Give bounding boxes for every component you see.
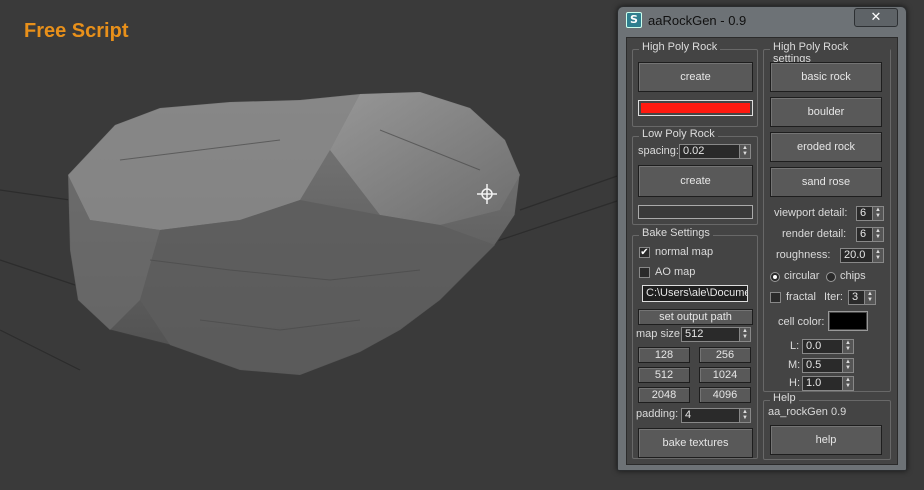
normal-map-label: normal map	[655, 246, 714, 258]
roughness-label: roughness:	[776, 249, 831, 261]
spinner-arrows-icon[interactable]: ▲ ▼	[739, 409, 750, 422]
high-poly-color-fill	[641, 103, 750, 113]
size-2048-button[interactable]: 2048	[638, 387, 690, 403]
bake-textures-button[interactable]: bake textures	[638, 428, 753, 458]
basic-rock-button[interactable]: basic rock	[770, 62, 882, 92]
free-script-label: Free Script	[24, 20, 129, 42]
cell-color-label: cell color:	[778, 316, 825, 328]
circular-radio[interactable]	[770, 272, 780, 282]
spinner-arrows-icon[interactable]: ▲ ▼	[842, 359, 853, 372]
map-size-value: 512	[685, 328, 704, 340]
render-detail-spinner[interactable]: 6 ▲ ▼	[856, 227, 884, 242]
h-value: 1.0	[806, 377, 822, 389]
spinner-arrows-icon[interactable]: ▲ ▼	[842, 340, 853, 353]
iter-value: 3	[852, 291, 859, 303]
m-value: 0.5	[806, 359, 822, 371]
padding-spinner[interactable]: 4 ▲ ▼	[681, 408, 751, 423]
roughness-spinner[interactable]: 20.0 ▲ ▼	[840, 248, 884, 263]
low-poly-rock-title: Low Poly Rock	[639, 128, 718, 140]
size-1024-button[interactable]: 1024	[699, 367, 751, 383]
chips-radio[interactable]	[826, 272, 836, 282]
high-poly-settings-group: High Poly Rock settings basic rock bould…	[763, 41, 891, 392]
window-title: aaRockGen - 0.9	[648, 13, 747, 28]
size-512-button[interactable]: 512	[638, 367, 690, 383]
viewport-detail-value: 6	[860, 207, 867, 219]
bake-settings-title: Bake Settings	[639, 227, 713, 239]
aarockgen-window[interactable]: S aaRockGen - 0.9 ✕ High Poly Rock creat…	[617, 6, 907, 471]
app-icon: S	[626, 12, 642, 28]
spinner-arrows-icon[interactable]: ▲ ▼	[872, 249, 883, 262]
window-titlebar[interactable]: S aaRockGen - 0.9 ✕	[618, 7, 906, 33]
normal-map-checkbox[interactable]: ✔	[639, 247, 650, 258]
bake-settings-group: Bake Settings ✔ normal map AO map C:\Use…	[632, 227, 758, 459]
high-poly-rock-group: High Poly Rock create	[632, 41, 758, 127]
spinner-arrows-icon[interactable]: ▲ ▼	[739, 145, 750, 158]
high-poly-color-swatch[interactable]	[638, 100, 753, 116]
m-label: M:	[788, 359, 801, 371]
map-size-label: map size:	[636, 328, 684, 340]
m-spinner[interactable]: 0.5 ▲ ▼	[802, 358, 854, 373]
viewport-detail-spinner[interactable]: 6 ▲ ▼	[856, 206, 884, 221]
render-detail-value: 6	[860, 228, 867, 240]
spacing-value: 0.02	[683, 145, 705, 157]
l-spinner[interactable]: 0.0 ▲ ▼	[802, 339, 854, 354]
ao-map-label: AO map	[655, 266, 696, 278]
iter-label: Iter:	[824, 291, 843, 303]
boulder-button[interactable]: boulder	[770, 97, 882, 127]
l-label: L:	[790, 340, 800, 352]
low-poly-progress-bar	[638, 205, 753, 219]
size-4096-button[interactable]: 4096	[699, 387, 751, 403]
size-128-button[interactable]: 128	[638, 347, 690, 363]
padding-value: 4	[685, 409, 692, 421]
h-label: H:	[789, 377, 800, 389]
rock-mesh	[67, 91, 521, 376]
render-detail-label: render detail:	[782, 228, 847, 240]
roughness-value: 20.0	[844, 249, 866, 261]
close-button[interactable]: ✕	[854, 8, 898, 27]
fractal-checkbox[interactable]	[770, 292, 781, 303]
help-title: Help	[770, 392, 799, 404]
high-poly-create-button[interactable]: create	[638, 62, 753, 92]
viewport-detail-label: viewport detail:	[774, 207, 848, 219]
low-poly-create-button[interactable]: create	[638, 165, 753, 197]
ao-map-checkbox[interactable]	[639, 267, 650, 278]
spinner-arrows-icon[interactable]: ▲ ▼	[739, 328, 750, 341]
spinner-arrows-icon[interactable]: ▲ ▼	[864, 291, 875, 304]
spacing-spinner[interactable]: 0.02 ▲ ▼	[679, 144, 751, 159]
help-group: Help aa_rockGen 0.9 help	[763, 392, 891, 460]
high-poly-rock-title: High Poly Rock	[639, 41, 721, 53]
spinner-arrows-icon[interactable]: ▲ ▼	[872, 207, 883, 220]
size-256-button[interactable]: 256	[699, 347, 751, 363]
l-value: 0.0	[806, 340, 822, 352]
set-output-path-button[interactable]: set output path	[638, 309, 753, 325]
iter-spinner[interactable]: 3 ▲ ▼	[848, 290, 876, 305]
version-text: aa_rockGen 0.9	[768, 406, 847, 418]
sand-rose-button[interactable]: sand rose	[770, 167, 882, 197]
padding-label: padding:	[636, 408, 679, 420]
circular-label: circular	[784, 270, 820, 282]
chips-label: chips	[840, 270, 866, 282]
low-poly-rock-group: Low Poly Rock spacing: 0.02 ▲ ▼ create	[632, 128, 758, 225]
output-path-field[interactable]: C:\Users\ale\Documen	[642, 285, 748, 302]
cell-color-swatch[interactable]	[828, 311, 868, 331]
help-button[interactable]: help	[770, 425, 882, 455]
cell-color-fill	[830, 313, 866, 329]
eroded-rock-button[interactable]: eroded rock	[770, 132, 882, 162]
fractal-label: fractal	[786, 291, 816, 303]
spinner-arrows-icon[interactable]: ▲ ▼	[842, 377, 853, 390]
spacing-label: spacing:	[638, 145, 679, 157]
spinner-arrows-icon[interactable]: ▲ ▼	[872, 228, 883, 241]
h-spinner[interactable]: 1.0 ▲ ▼	[802, 376, 854, 391]
rollout-panel: High Poly Rock create Low Poly Rock spac…	[626, 37, 898, 465]
map-size-spinner[interactable]: 512 ▲ ▼	[681, 327, 751, 342]
